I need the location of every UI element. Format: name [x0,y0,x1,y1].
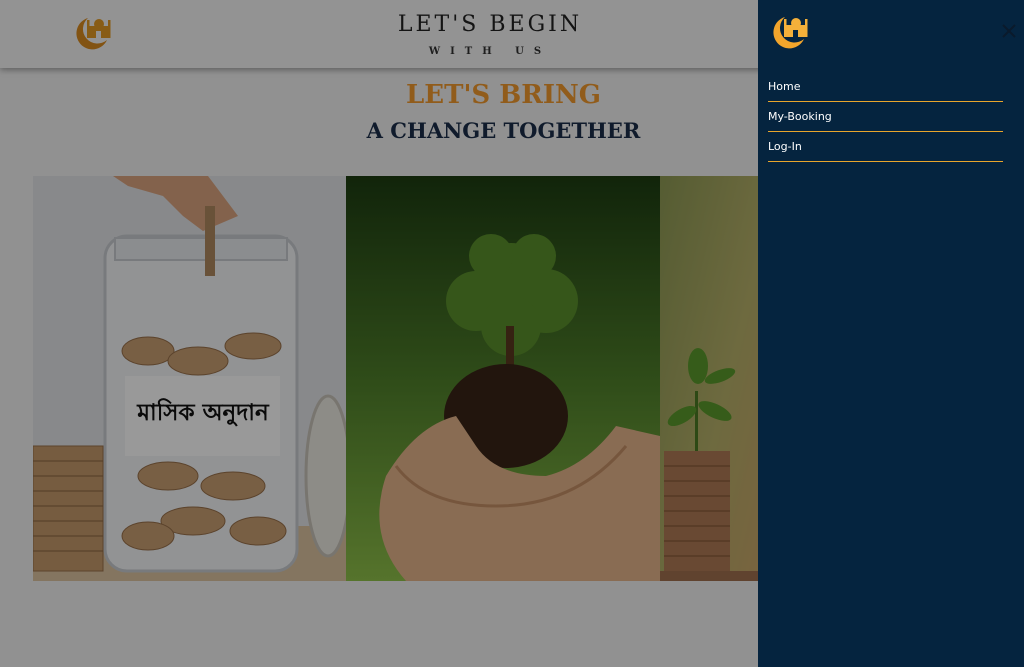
nav-item-log-in[interactable]: Log-In [768,132,1003,162]
nav-item-label: Home [768,80,801,93]
drawer-nav: Home My-Booking Log-In [768,72,1003,162]
side-drawer: Home My-Booking Log-In [758,0,1024,667]
nav-item-label: Log-In [768,140,802,153]
mosque-moon-logo-icon[interactable] [768,11,810,53]
nav-item-home[interactable]: Home [768,72,1003,102]
nav-item-my-booking[interactable]: My-Booking [768,102,1003,132]
close-icon[interactable] [999,21,1019,41]
nav-item-label: My-Booking [768,110,832,123]
